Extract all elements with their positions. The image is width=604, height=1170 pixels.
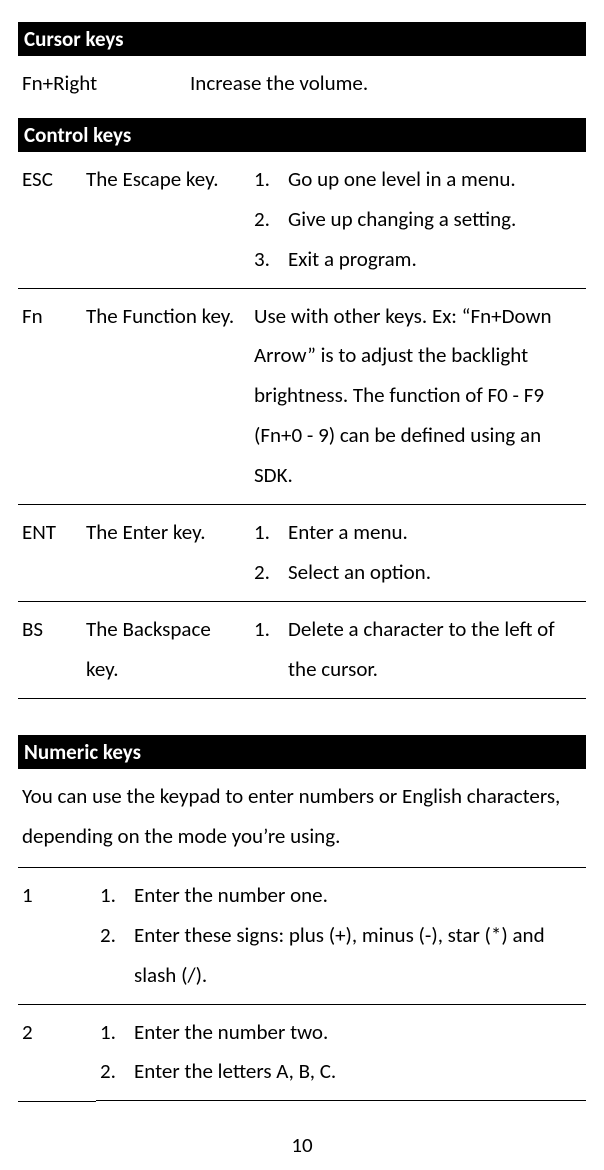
section-header-control-keys: Control keys <box>18 118 586 152</box>
table-row: 1 1. Enter the number one. 2.Enter these … <box>18 868 586 1005</box>
list-text: Enter a menu. <box>288 513 408 553</box>
list-text: Enter the letters A, B, C. <box>134 1052 336 1092</box>
list-text: Enter the number two. <box>134 1013 328 1053</box>
numeric-key-functions: 1. Enter the number two. 2. Enter the lett… <box>96 1005 586 1102</box>
numeric-key: 1 <box>18 868 96 1005</box>
list-text: Delete a character to the left of the cu… <box>288 610 582 690</box>
control-key-functions: Use with other keys. Ex: “Fn+Down Arrow”… <box>250 289 586 505</box>
list-number: 1. <box>254 160 274 200</box>
list-text: Select an option. <box>288 553 431 593</box>
control-key-name: The Function key. <box>82 289 250 505</box>
list-text: Give up changing a setting. <box>288 200 516 240</box>
cursor-desc: Increase the volume. <box>186 56 586 112</box>
table-row: Fn The Function key. Use with other keys… <box>18 289 586 505</box>
list-number: 1. <box>254 513 274 553</box>
list-number: 1. <box>100 1013 120 1053</box>
control-key-name: The Enter key. <box>82 505 250 602</box>
list-text: Enter the number one. <box>134 876 328 916</box>
list-number: 2. <box>100 1052 120 1092</box>
numeric-key: 2 <box>18 1005 96 1102</box>
numeric-keys-table: 1 1.Enter the number one. 2.Enter these … <box>18 868 586 1102</box>
control-key-name: The Escape key. <box>82 152 250 289</box>
control-key-name: The Backspace key. <box>82 602 250 699</box>
list-text: Enter these signs: plus (+), minus (-), … <box>134 916 582 996</box>
control-key-functions: 1. Enter a menu. 2. Select an option. <box>250 505 586 602</box>
table-row: BS The Backspace key. 1.Delete a charact… <box>18 602 586 699</box>
control-key: ESC <box>18 152 82 289</box>
control-key: Fn <box>18 289 82 505</box>
table-row: ESC The Escape key. 1. Go up one level in… <box>18 152 586 289</box>
control-key-functions: 1. Go up one level in a menu. 2. Give up c… <box>250 152 586 289</box>
list-number: 1. <box>254 610 274 690</box>
control-key-functions: 1.Delete a character to the left of the … <box>250 602 586 699</box>
control-keys-table: ESC The Escape key. 1. Go up one level in… <box>18 152 586 699</box>
control-key: ENT <box>18 505 82 602</box>
list-number: 2. <box>254 200 274 240</box>
cursor-key: Fn+Right <box>18 56 186 112</box>
list-number: 3. <box>254 240 274 280</box>
section-header-cursor-keys: Cursor keys <box>18 22 586 56</box>
list-number: 2. <box>100 916 120 996</box>
table-row: 2 1. Enter the number two. 2. Enter the le… <box>18 1005 586 1102</box>
numeric-keys-intro: You can use the keypad to enter numbers … <box>18 769 586 868</box>
page-number: 10 <box>18 1102 586 1170</box>
table-row: ENT The Enter key. 1. Enter a menu. 2. Sel… <box>18 505 586 602</box>
list-text: Exit a program. <box>288 240 417 280</box>
numeric-key-functions: 1. Enter the number one. 2.Enter these si… <box>96 868 586 1005</box>
list-number: 2. <box>254 553 274 593</box>
section-header-numeric-keys: Numeric keys <box>18 735 586 769</box>
list-number: 1. <box>100 876 120 916</box>
cursor-keys-table: Fn+Right Increase the volume. <box>18 56 586 112</box>
control-key: BS <box>18 602 82 699</box>
list-text: Go up one level in a menu. <box>288 160 516 200</box>
